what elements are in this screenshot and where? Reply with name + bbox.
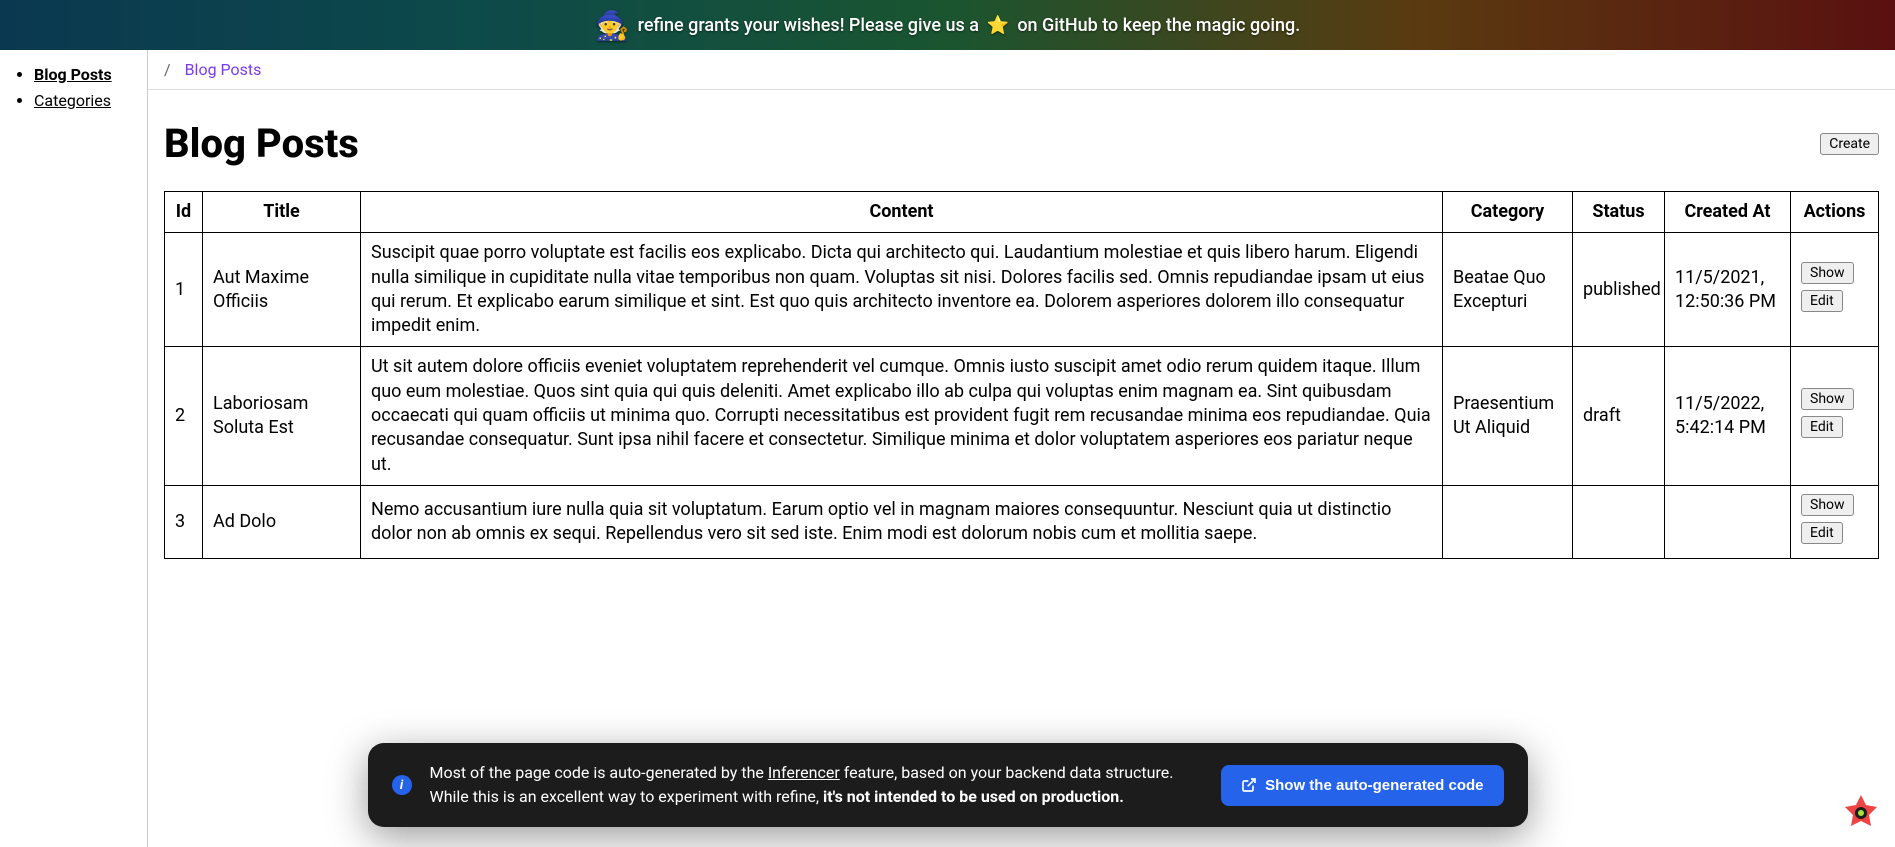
banner-text-after: on GitHub to keep the magic going. xyxy=(1017,15,1300,36)
table-row: 3Ad DoloNemo accusantium iure nulla quia… xyxy=(165,485,1879,558)
table-row: 1Aut Maxime OfficiisSuscipit quae porro … xyxy=(165,233,1879,347)
breadcrumb-current[interactable]: Blog Posts xyxy=(185,60,262,79)
show-button[interactable]: Show xyxy=(1801,388,1854,410)
wizard-icon: 🧙 xyxy=(595,9,630,42)
th-title: Title xyxy=(203,192,361,233)
th-status: Status xyxy=(1573,192,1665,233)
cell-content: Ut sit autem dolore officiis eveniet vol… xyxy=(361,347,1443,485)
cell-content: Nemo accusantium iure nulla quia sit vol… xyxy=(361,485,1443,558)
breadcrumb: / Blog Posts xyxy=(148,50,1895,90)
cell-actions: Show Edit xyxy=(1791,347,1879,485)
create-button[interactable]: Create xyxy=(1820,133,1879,155)
show-button[interactable]: Show xyxy=(1801,494,1854,516)
page-title: Blog Posts xyxy=(164,120,359,167)
sidebar-item-categories[interactable]: Categories xyxy=(34,91,111,110)
show-button[interactable]: Show xyxy=(1801,262,1854,284)
table-row: 2Laboriosam Soluta EstUt sit autem dolor… xyxy=(165,347,1879,485)
cell-status: draft xyxy=(1573,347,1665,485)
th-category: Category xyxy=(1443,192,1573,233)
th-created: Created At xyxy=(1665,192,1791,233)
cell-status xyxy=(1573,485,1665,558)
refine-fab[interactable] xyxy=(1839,791,1883,835)
cell-id: 2 xyxy=(165,347,203,485)
cell-category: Praesentium Ut Aliquid xyxy=(1443,347,1573,485)
cell-status: published xyxy=(1573,233,1665,347)
cell-id: 3 xyxy=(165,485,203,558)
refine-logo-icon xyxy=(1841,793,1881,833)
info-icon: i xyxy=(392,775,412,795)
th-actions: Actions xyxy=(1791,192,1879,233)
banner-text-before: refine grants your wishes! Please give u… xyxy=(638,15,979,36)
edit-button[interactable]: Edit xyxy=(1801,416,1843,438)
promo-banner: 🧙 refine grants your wishes! Please give… xyxy=(0,0,1895,50)
external-link-icon xyxy=(1241,777,1257,793)
posts-table: Id Title Content Category Status Created… xyxy=(164,191,1879,559)
th-id: Id xyxy=(165,192,203,233)
inferencer-toast: i Most of the page code is auto-generate… xyxy=(368,743,1528,827)
cell-title: Aut Maxime Officiis xyxy=(203,233,361,347)
cell-category: Beatae Quo Excepturi xyxy=(1443,233,1573,347)
cell-created_at xyxy=(1665,485,1791,558)
star-icon: ⭐ xyxy=(987,15,1009,36)
toast-message: Most of the page code is auto-generated … xyxy=(430,761,1204,809)
inferencer-link[interactable]: Inferencer xyxy=(768,763,840,782)
cell-actions: Show Edit xyxy=(1791,485,1879,558)
edit-button[interactable]: Edit xyxy=(1801,290,1843,312)
cell-content: Suscipit quae porro voluptate est facili… xyxy=(361,233,1443,347)
breadcrumb-separator: / xyxy=(164,60,171,79)
cell-actions: Show Edit xyxy=(1791,233,1879,347)
show-code-button[interactable]: Show the auto-generated code xyxy=(1221,765,1503,806)
edit-button[interactable]: Edit xyxy=(1801,522,1843,544)
cell-category xyxy=(1443,485,1573,558)
cell-title: Laboriosam Soluta Est xyxy=(203,347,361,485)
th-content: Content xyxy=(361,192,1443,233)
main-content: / Blog Posts Blog Posts Create Id Title … xyxy=(148,50,1895,847)
cell-id: 1 xyxy=(165,233,203,347)
cell-created_at: 11/5/2022, 5:42:14 PM xyxy=(1665,347,1791,485)
cell-title: Ad Dolo xyxy=(203,485,361,558)
sidebar: Blog Posts Categories xyxy=(0,50,148,847)
cell-created_at: 11/5/2021, 12:50:36 PM xyxy=(1665,233,1791,347)
sidebar-item-blog-posts[interactable]: Blog Posts xyxy=(34,65,112,84)
